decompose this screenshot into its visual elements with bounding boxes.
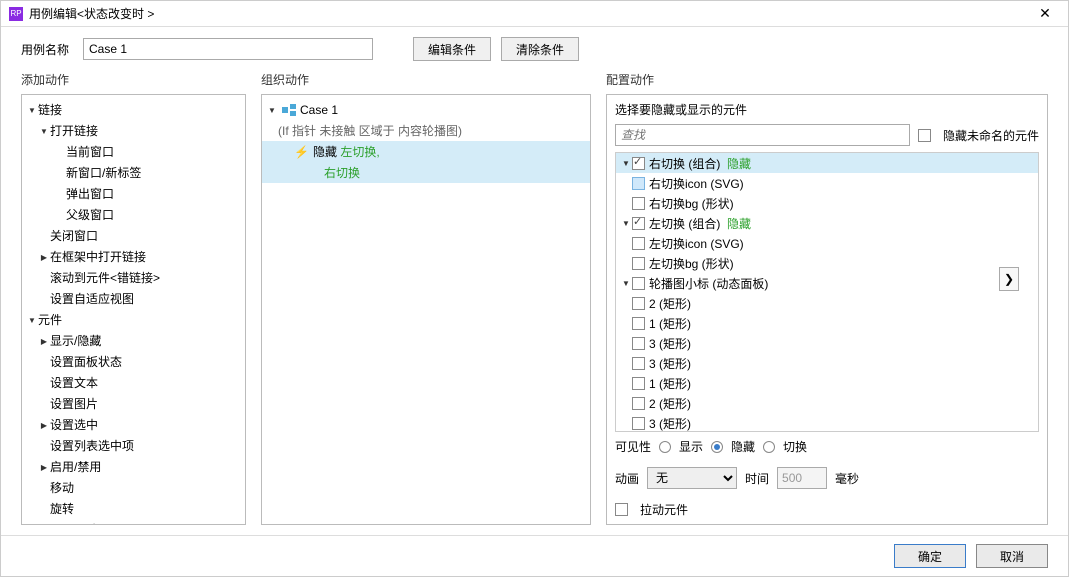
search-input[interactable] — [615, 124, 910, 146]
tree-open-link[interactable]: 打开链接 — [22, 120, 245, 141]
action-target: 右切换 — [324, 164, 360, 181]
checkbox[interactable] — [632, 197, 645, 210]
widget-row[interactable]: 2 (矩形) — [616, 293, 1038, 313]
widget-row-right-switch[interactable]: 右切换 (组合) 隐藏 — [616, 153, 1038, 173]
visibility-row: 可见性 显示 隐藏 切换 — [607, 432, 1047, 461]
edit-condition-button[interactable]: 编辑条件 — [413, 37, 491, 61]
tree-set-panel-state[interactable]: 设置面板状态 — [22, 351, 245, 372]
tree-item[interactable]: 弹出窗口 — [22, 183, 245, 204]
app-icon: RP — [9, 7, 23, 21]
case-row[interactable]: Case 1 — [262, 99, 590, 120]
checkbox[interactable] — [632, 297, 645, 310]
section-title: 选择要隐藏或显示的元件 — [615, 101, 1039, 118]
case-name-input[interactable] — [83, 38, 373, 60]
hide-unnamed-label: 隐藏未命名的元件 — [943, 127, 1039, 144]
drag-label: 拉动元件 — [640, 501, 688, 518]
radio-toggle[interactable] — [763, 441, 775, 453]
visibility-label: 可见性 — [615, 438, 651, 455]
add-action-title: 添加动作 — [21, 71, 246, 88]
drag-checkbox[interactable] — [615, 503, 628, 516]
tree-scroll-to[interactable]: 滚动到元件<错链接> — [22, 267, 245, 288]
tree-item[interactable]: 当前窗口 — [22, 141, 245, 162]
anim-select[interactable]: 无 — [647, 467, 737, 489]
configure-action-title: 配置动作 — [606, 71, 1048, 88]
case-condition: (If 指针 未接触 区域于 内容轮播图) — [262, 120, 590, 141]
titlebar: RP 用例编辑<状态改变时 > ✕ — [1, 1, 1068, 27]
hide-unnamed-checkbox[interactable] — [918, 129, 931, 142]
action-row[interactable]: ⚡ 隐藏 左切换, — [262, 141, 590, 162]
organize-action-title: 组织动作 — [261, 71, 591, 88]
checkbox[interactable] — [632, 157, 645, 170]
tree-enable-disable[interactable]: 启用/禁用 — [22, 456, 245, 477]
close-icon[interactable]: ✕ — [1030, 5, 1060, 22]
tree-open-in-frame[interactable]: 在框架中打开链接 — [22, 246, 245, 267]
action-target: 左切换, — [340, 143, 379, 160]
widget-row[interactable]: 3 (矩形) — [616, 353, 1038, 373]
widget-row-carousel[interactable]: 轮播图小标 (动态面板) — [616, 273, 1038, 293]
tree-set-text[interactable]: 设置文本 — [22, 372, 245, 393]
time-unit: 毫秒 — [835, 470, 859, 487]
widget-row[interactable]: 1 (矩形) — [616, 313, 1038, 333]
widget-row[interactable]: 左切换bg (形状) — [616, 253, 1038, 273]
widget-row[interactable]: 左切换icon (SVG) — [616, 233, 1038, 253]
tree-set-adaptive[interactable]: 设置自适应视图 — [22, 288, 245, 309]
checkbox[interactable] — [632, 237, 645, 250]
widget-row-left-switch[interactable]: 左切换 (组合) 隐藏 — [616, 213, 1038, 233]
case-name-row: 用例名称 编辑条件 清除条件 — [1, 27, 1068, 71]
widget-row[interactable]: 2 (矩形) — [616, 393, 1038, 413]
widget-row[interactable]: 右切换icon (SVG) — [616, 173, 1038, 193]
case-name-label: 用例名称 — [21, 41, 69, 58]
case-name: Case 1 — [300, 103, 338, 117]
widget-row[interactable]: 1 (矩形) — [616, 373, 1038, 393]
action-label: 隐藏 — [313, 143, 337, 160]
tree-item[interactable]: 新窗口/新标签 — [22, 162, 245, 183]
ok-button[interactable]: 确定 — [894, 544, 966, 568]
widget-list[interactable]: 右切换 (组合) 隐藏 右切换icon (SVG) 右切换bg (形状) 左切换… — [615, 152, 1039, 432]
checkbox[interactable] — [632, 277, 645, 290]
checkbox[interactable] — [632, 317, 645, 330]
organize-action-panel: Case 1 (If 指针 未接触 区域于 内容轮播图) ⚡ 隐藏 左切换, 右… — [261, 94, 591, 525]
lightning-icon: ⚡ — [294, 145, 309, 159]
cancel-button[interactable]: 取消 — [976, 544, 1048, 568]
tree-set-selected[interactable]: 设置选中 — [22, 414, 245, 435]
anim-label: 动画 — [615, 470, 639, 487]
checkbox[interactable] — [632, 397, 645, 410]
checkbox[interactable] — [632, 377, 645, 390]
tree-set-image[interactable]: 设置图片 — [22, 393, 245, 414]
checkbox[interactable] — [632, 217, 645, 230]
time-input — [777, 467, 827, 489]
checkbox[interactable] — [632, 357, 645, 370]
footer: 确定 取消 — [1, 535, 1068, 576]
configure-panel: 选择要隐藏或显示的元件 隐藏未命名的元件 右切换 (组合) 隐藏 右切换icon… — [606, 94, 1048, 525]
checkbox[interactable] — [632, 417, 645, 430]
widget-row[interactable]: 3 (矩形) — [616, 333, 1038, 353]
radio-hide[interactable] — [711, 441, 723, 453]
checkbox[interactable] — [632, 337, 645, 350]
checkbox[interactable] — [632, 177, 645, 190]
tree-rotate[interactable]: 旋转 — [22, 498, 245, 519]
tree-category-link[interactable]: 链接 — [22, 99, 245, 120]
animation-row: 动画 无 时间 毫秒 — [607, 461, 1047, 495]
tree-set-list-selected[interactable]: 设置列表选中项 — [22, 435, 245, 456]
drag-row: 拉动元件 — [607, 495, 1047, 524]
tree-close-window[interactable]: 关闭窗口 — [22, 225, 245, 246]
widget-row[interactable]: 右切换bg (形状) — [616, 193, 1038, 213]
radio-show[interactable] — [659, 441, 671, 453]
expand-side-button[interactable]: ❯ — [999, 267, 1019, 291]
tree-set-size[interactable]: 设置尺寸 — [22, 519, 245, 525]
widget-row[interactable]: 3 (矩形) — [616, 413, 1038, 432]
tree-category-widget[interactable]: 元件 — [22, 309, 245, 330]
add-action-panel: 链接 打开链接 当前窗口 新窗口/新标签 弹出窗口 父级窗口 关闭窗口 在框架中… — [21, 94, 246, 525]
clear-condition-button[interactable]: 清除条件 — [501, 37, 579, 61]
window-title: 用例编辑<状态改变时 > — [29, 5, 154, 22]
action-target-row[interactable]: 右切换 — [262, 162, 590, 183]
time-label: 时间 — [745, 470, 769, 487]
checkbox[interactable] — [632, 257, 645, 270]
tree-move[interactable]: 移动 — [22, 477, 245, 498]
tree-show-hide[interactable]: 显示/隐藏 — [22, 330, 245, 351]
case-icon — [282, 104, 296, 116]
tree-item[interactable]: 父级窗口 — [22, 204, 245, 225]
